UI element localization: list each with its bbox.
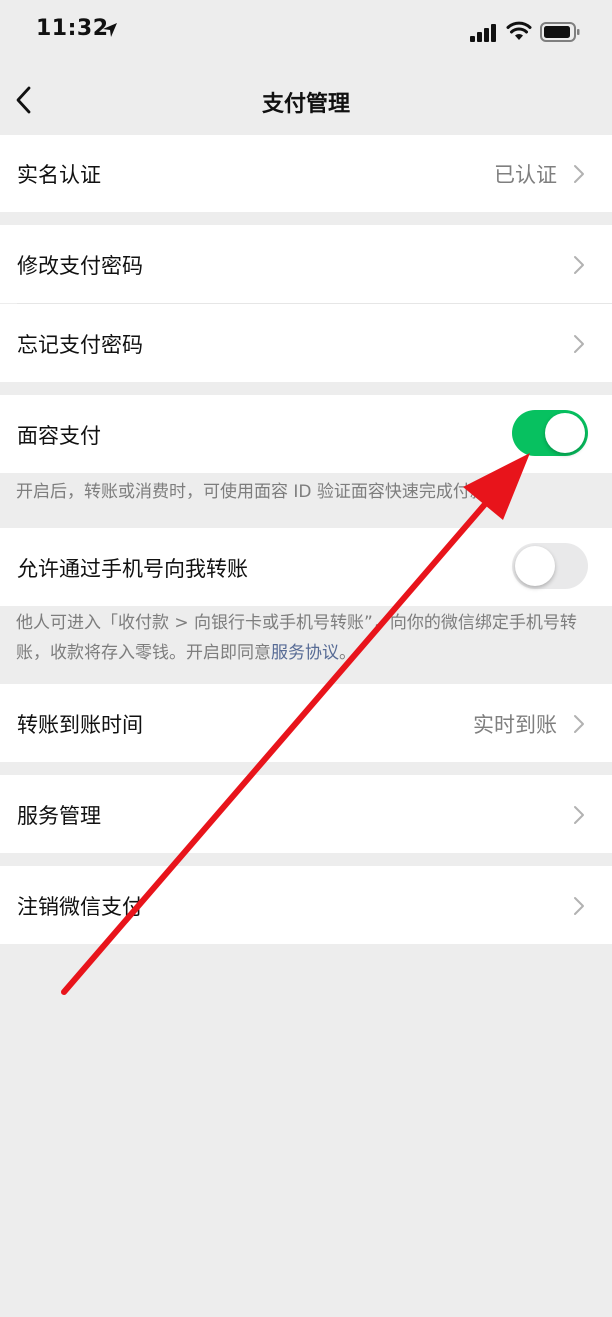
change-password-label: 修改支付密码: [17, 254, 143, 278]
real-name-label: 实名认证: [17, 163, 101, 187]
real-name-status: 已认证: [494, 163, 557, 187]
real-name-row[interactable]: 实名认证 已认证: [0, 135, 612, 212]
service-manage-row[interactable]: 服务管理: [0, 775, 612, 853]
status-time: 11:32: [36, 16, 109, 41]
chevron-right-icon: [574, 806, 584, 824]
forgot-password-label: 忘记支付密码: [17, 333, 143, 357]
arrival-time-value: 实时到账: [473, 713, 557, 737]
forgot-password-row[interactable]: 忘记支付密码: [0, 304, 612, 382]
service-agreement-link[interactable]: 服务协议: [271, 643, 339, 663]
nav-bar: 支付管理: [0, 66, 612, 134]
service-manage-label: 服务管理: [17, 804, 101, 828]
chevron-right-icon: [574, 256, 584, 274]
phone-transfer-note-end: 。: [339, 643, 356, 663]
face-pay-row: 面容支付: [0, 395, 612, 473]
battery-icon: [540, 22, 580, 42]
wifi-icon: [506, 21, 532, 40]
phone-transfer-toggle[interactable]: [512, 543, 588, 589]
arrival-time-label: 转账到账时间: [17, 713, 143, 737]
chevron-right-icon: [574, 165, 584, 183]
page-title: 支付管理: [261, 92, 350, 117]
face-pay-label: 面容支付: [17, 424, 101, 448]
cellular-signal-icon: [470, 24, 496, 42]
location-arrow-icon: [103, 23, 117, 37]
face-pay-toggle[interactable]: [512, 410, 588, 456]
chevron-right-icon: [574, 335, 584, 353]
cancel-wechat-pay-row[interactable]: 注销微信支付: [0, 866, 612, 944]
chevron-right-icon: [574, 897, 584, 915]
toggle-knob: [515, 546, 555, 586]
change-password-row[interactable]: 修改支付密码: [0, 225, 612, 303]
arrival-time-row[interactable]: 转账到账时间 实时到账: [0, 684, 612, 762]
phone-transfer-row: 允许通过手机号向我转账: [0, 528, 612, 606]
chevron-right-icon: [574, 715, 584, 733]
phone-transfer-note: 他人可进入「收付款 > 向银行卡或手机号转账”，向你的微信绑定手机号转账，收款将…: [16, 608, 582, 668]
status-bar: 11:32: [0, 0, 612, 66]
toggle-knob: [545, 413, 585, 453]
phone-transfer-label: 允许通过手机号向我转账: [17, 557, 248, 581]
face-pay-note: 开启后，转账或消费时，可使用面容 ID 验证面容快速完成付款: [16, 482, 487, 502]
cancel-wechat-pay-label: 注销微信支付: [17, 895, 143, 919]
